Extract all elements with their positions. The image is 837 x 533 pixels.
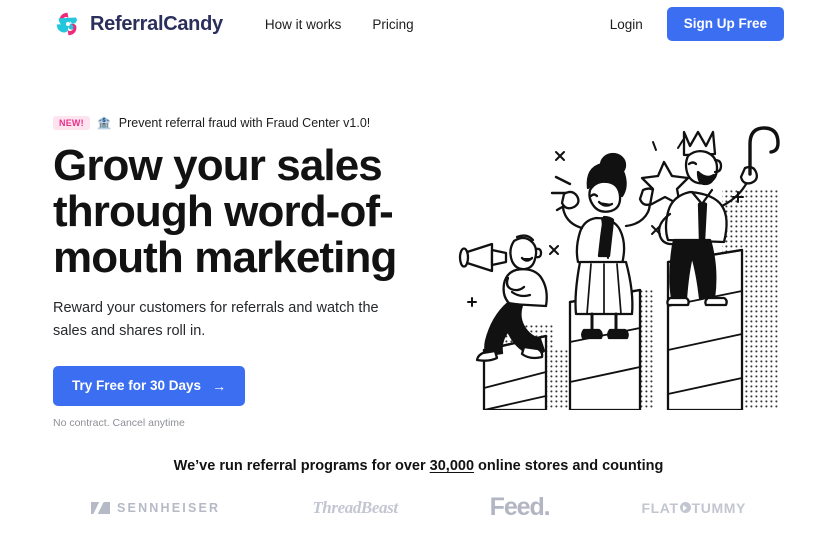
brand-logo-link[interactable]: ReferralCandy [53,9,223,39]
social-proof-headline-after: online stores and counting [474,458,664,474]
nav-link-pricing[interactable]: Pricing [372,17,413,32]
login-link[interactable]: Login [610,17,643,32]
people-on-ascending-bar-chart-podiums-icon [458,126,780,410]
sennheiser-mark-icon [91,501,110,514]
new-badge: NEW! [53,116,90,130]
arrow-right-icon: → [212,378,227,395]
logo-flattummy-part2: TUMMY [691,499,746,516]
nav-link-how-it-works[interactable]: How it works [265,17,342,32]
announcement-banner[interactable]: NEW! 🏦 Prevent referral fraud with Fraud… [53,116,445,130]
logo-sennheiser-label: SENNHEISER [117,500,221,515]
hero-section: NEW! 🏦 Prevent referral fraud with Fraud… [0,48,837,458]
logo-feed: Feed. [489,493,551,522]
social-proof-count: 30,000 [429,458,475,474]
hero-copy: NEW! 🏦 Prevent referral fraud with Fraud… [53,48,445,458]
referralcandy-swirl-logo-icon [56,12,77,36]
logo-flattummy: FLAT TUMMY [642,500,746,516]
logo-threadbeast: ThreadBeast [312,497,398,518]
social-proof-section: We’ve run referral programs for over 30,… [0,458,837,522]
logo-flattummy-label: FLAT TUMMY [642,500,746,516]
hero-title: Grow your sales through word-of-mouth ma… [53,141,397,282]
logo-sennheiser: SENNHEISER [91,501,220,515]
hero-illustration [445,48,784,458]
logo-threadbeast-label: ThreadBeast [312,497,398,517]
header-actions: Login Sign Up Free [610,7,784,41]
cta-label: Try Free for 30 Days [72,378,202,394]
social-proof-headline-before: We’ve run referral programs for over [173,458,430,474]
cta-note: No contract. Cancel anytime [53,417,185,430]
customer-logo-row: SENNHEISER ThreadBeast Feed. FLAT TUMMY [53,493,784,522]
bank-icon: 🏦 [96,116,112,130]
brand-name: ReferralCandy [90,12,223,35]
try-free-cta-button[interactable]: Try Free for 30 Days → [53,366,246,407]
hero-subtitle: Reward your customers for referrals and … [53,300,379,339]
site-header: ReferralCandy How it works Pricing Login… [0,0,837,48]
main-nav: How it works Pricing [265,17,414,32]
flattummy-dot-icon [679,502,691,513]
signup-free-button[interactable]: Sign Up Free [666,7,784,41]
logo-flattummy-part1: FLAT [641,499,679,516]
logo-feed-label: Feed. [489,493,551,521]
announcement-text: Prevent referral fraud with Fraud Center… [118,116,371,130]
social-proof-headline: We’ve run referral programs for over 30,… [53,458,784,474]
